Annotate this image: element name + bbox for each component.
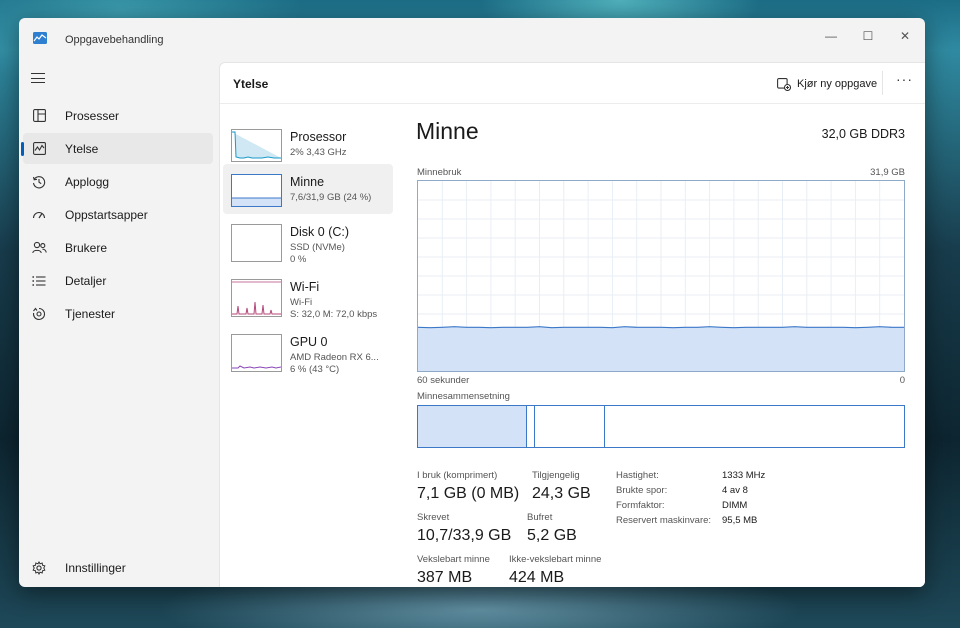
nonpaged-pool-label: Ikke-vekslebart minne xyxy=(509,554,602,565)
graph-time-right: 0 xyxy=(899,375,905,386)
nonpaged-pool-value: 424 MB xyxy=(509,569,565,586)
sidebar-item-label: Oppstartsapper xyxy=(65,207,148,222)
memory-thumbnail-graph xyxy=(231,174,282,207)
resource-name: Minne xyxy=(290,175,325,189)
close-button[interactable]: ✕ xyxy=(893,24,917,48)
resource-card-memory[interactable]: Minne 7,6/31,9 GB (24 %) xyxy=(223,164,393,214)
resource-detail: AMD Radeon RX 6... xyxy=(290,352,379,363)
resource-name: Prosessor xyxy=(290,130,347,144)
sidebar-item-label: Detaljer xyxy=(65,273,107,288)
page-header: Ytelse Kjør ny oppgave ··· xyxy=(220,63,925,104)
sidebar-nav: Prosesser Ytelse Applogg Oppstartsapper … xyxy=(19,98,217,331)
resource-detail: 0 % xyxy=(290,254,307,265)
processes-grid-icon xyxy=(31,108,47,124)
memory-usage-label: Minnebruk xyxy=(417,167,462,178)
paged-pool-value: 387 MB xyxy=(417,569,473,586)
memory-usage-area xyxy=(418,327,904,371)
sidebar-item-users[interactable]: Brukere xyxy=(23,232,213,263)
hamburger-menu-icon[interactable] xyxy=(31,73,45,85)
performance-page: Ytelse Kjør ny oppgave ··· Prosessor 2% … xyxy=(219,62,925,587)
startup-speedometer-icon xyxy=(31,207,47,223)
form-factor-label: Formfaktor: xyxy=(616,500,665,511)
resource-name: GPU 0 xyxy=(290,335,328,349)
memory-composition-label: Minnesammensetning xyxy=(417,391,510,402)
details-list-icon xyxy=(31,273,47,289)
sidebar-item-processes[interactable]: Prosesser xyxy=(23,100,213,131)
run-new-task-button[interactable]: Kjør ny oppgave xyxy=(777,73,877,95)
memory-composition-bar xyxy=(417,405,905,448)
task-manager-app-icon xyxy=(33,32,47,44)
disk-thumbnail-graph xyxy=(231,224,282,262)
resource-detail: S: 32,0 M: 72,0 kbps xyxy=(290,309,378,320)
resource-detail: 7,6/31,9 GB (24 %) xyxy=(290,192,372,203)
sidebar-item-label: Applogg xyxy=(65,174,110,189)
memory-spec: 32,0 GB DDR3 xyxy=(821,127,905,141)
in-use-label: I bruk (komprimert) xyxy=(417,470,498,481)
resource-detail: Wi-Fi xyxy=(290,297,313,308)
task-manager-window: Oppgavebehandling — ☐ ✕ Prosesser Ytelse… xyxy=(19,18,925,587)
run-new-task-label: Kjør ny oppgave xyxy=(797,78,878,90)
services-puzzle-icon xyxy=(31,306,47,322)
resource-card-disk[interactable]: Disk 0 (C:) SSD (NVMe) 0 % xyxy=(223,214,393,269)
users-icon xyxy=(31,240,47,256)
sidebar-item-app-history[interactable]: Applogg xyxy=(23,166,213,197)
settings-label: Innstillinger xyxy=(65,560,126,575)
resource-card-cpu[interactable]: Prosessor 2% 3,43 GHz xyxy=(223,119,393,169)
cpu-thumbnail-graph xyxy=(231,129,282,162)
resource-card-gpu[interactable]: GPU 0 AMD Radeon RX 6... 6 % (43 °C) xyxy=(223,324,393,379)
composition-standby-segment xyxy=(535,406,606,447)
sidebar-item-startup-apps[interactable]: Oppstartsapper xyxy=(23,199,213,230)
slots-used-value: 4 av 8 xyxy=(722,485,748,496)
resource-list: Prosessor 2% 3,43 GHz Minne 7,6/31,9 GB … xyxy=(220,105,396,587)
resource-name: Wi-Fi xyxy=(290,280,320,294)
sidebar-item-performance[interactable]: Ytelse xyxy=(21,133,213,164)
paged-pool-label: Vekslebart minne xyxy=(417,554,490,565)
memory-title: Minne xyxy=(416,118,479,144)
resource-detail: 6 % (43 °C) xyxy=(290,364,340,375)
wifi-thumbnail-graph xyxy=(231,279,282,317)
sidebar-item-details[interactable]: Detaljer xyxy=(23,265,213,296)
available-label: Tilgjengelig xyxy=(532,470,580,481)
sidebar-item-label: Prosesser xyxy=(65,108,120,123)
hardware-reserved-label: Reservert maskinvare: xyxy=(616,515,712,526)
resource-detail: 2% 3,43 GHz xyxy=(290,147,347,158)
resource-card-wifi[interactable]: Wi-Fi Wi-Fi S: 32,0 M: 72,0 kbps xyxy=(223,269,393,324)
memory-usage-max: 31,9 GB xyxy=(870,167,905,178)
committed-value: 10,7/33,9 GB xyxy=(417,527,512,544)
form-factor-value: DIMM xyxy=(722,500,748,511)
run-task-icon xyxy=(777,78,791,91)
memory-usage-graph xyxy=(417,180,905,372)
gpu-thumbnail-graph xyxy=(231,334,282,372)
maximize-button[interactable]: ☐ xyxy=(856,24,880,48)
in-use-value: 7,1 GB (0 MB) xyxy=(417,485,520,502)
header-divider xyxy=(882,71,883,95)
speed-value: 1333 MHz xyxy=(722,470,766,481)
sidebar-item-label: Ytelse xyxy=(65,141,99,156)
sidebar-item-label: Tjenester xyxy=(65,306,116,321)
window-title: Oppgavebehandling xyxy=(65,34,164,46)
available-value: 24,3 GB xyxy=(532,485,591,502)
memory-usage-graph-svg xyxy=(417,181,904,371)
page-title: Ytelse xyxy=(233,77,269,91)
performance-chart-icon xyxy=(31,141,47,157)
history-icon xyxy=(31,174,47,190)
composition-modified-segment xyxy=(527,406,536,447)
more-options-button[interactable]: ··· xyxy=(896,71,913,87)
gear-icon xyxy=(31,560,47,576)
composition-in-use-segment xyxy=(418,406,528,447)
graph-time-left: 60 sekunder xyxy=(417,375,470,386)
committed-label: Skrevet xyxy=(417,512,450,523)
minimize-button[interactable]: — xyxy=(819,24,843,48)
cached-value: 5,2 GB xyxy=(527,527,577,544)
title-bar[interactable]: Oppgavebehandling — ☐ ✕ xyxy=(19,18,925,62)
cached-label: Bufret xyxy=(527,512,553,523)
sidebar-item-label: Brukere xyxy=(65,240,108,255)
speed-label: Hastighet: xyxy=(616,470,659,481)
hardware-reserved-value: 95,5 MB xyxy=(722,515,758,526)
resource-name: Disk 0 (C:) xyxy=(290,225,350,239)
sidebar-item-settings[interactable]: Innstillinger xyxy=(23,552,213,583)
resource-detail: SSD (NVMe) xyxy=(290,242,345,253)
sidebar-item-services[interactable]: Tjenester xyxy=(23,298,213,329)
slots-used-label: Brukte spor: xyxy=(616,485,668,496)
